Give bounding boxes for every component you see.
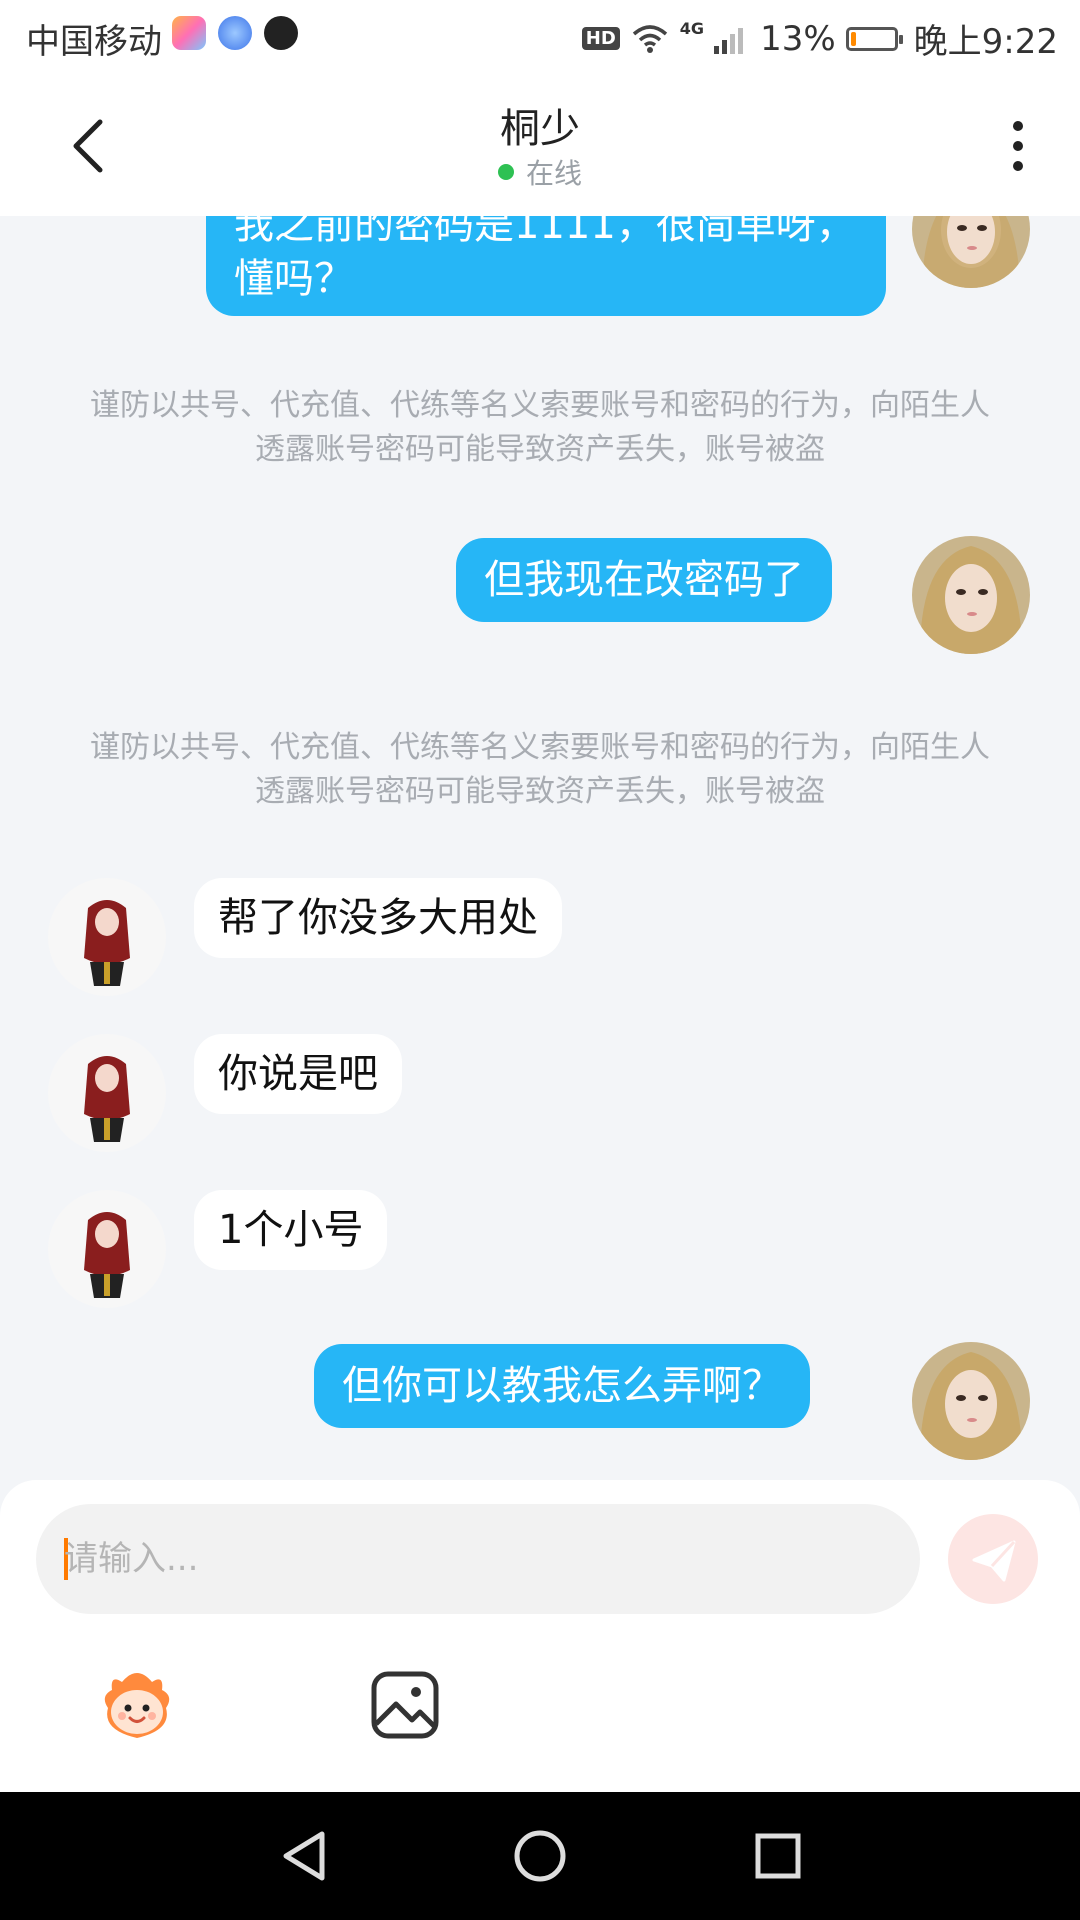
message-text: 我之前的密码是1111，很简单呀，懂吗？ [234,216,856,302]
tiktok-notification-icon [264,16,298,50]
outgoing-message[interactable]: 我之前的密码是1111，很简单呀，懂吗？ [206,216,886,316]
my-avatar[interactable] [912,1342,1030,1460]
image-icon[interactable] [360,1660,450,1750]
network-type: 4G [679,19,705,38]
clock: 晚上9:22 [913,22,1058,62]
security-notice: 谨防以共号、代充值、代练等名义索要账号和密码的行为，向陌生人透露账号密码可能导致… [90,730,990,809]
battery-icon [845,26,903,51]
incoming-message[interactable]: 1个小号 [194,1190,388,1270]
hd-badge: HD [581,27,620,50]
more-vertical-icon[interactable] [998,116,1038,176]
composer-panel: 请输入... [0,1480,1080,1792]
app-notification-icon [172,16,206,50]
emoji-icon[interactable] [92,1660,182,1750]
my-avatar[interactable] [912,536,1030,654]
incoming-message[interactable]: 你说是吧 [194,1034,402,1114]
battery-percent: 13% [760,18,836,59]
input-placeholder: 请输入... [64,1539,199,1579]
security-notice: 谨防以共号、代充值、代练等名义索要账号和密码的行为，向陌生人透露账号密码可能导致… [90,388,990,467]
message-text: 但我现在改密码了 [484,557,804,603]
contact-avatar[interactable] [48,1190,166,1308]
message-input[interactable]: 请输入... [36,1504,920,1614]
wifi-icon [632,24,667,53]
message-text: 1个小号 [218,1207,364,1253]
incoming-message[interactable]: 帮了你没多大用处 [194,878,562,958]
notification-icons [172,16,298,50]
chat-header: 桐少 在线 [0,76,1080,216]
contact-name: 桐少 [500,106,580,152]
contact-avatar[interactable] [48,1034,166,1152]
send-icon [972,1540,1016,1582]
my-avatar[interactable] [912,216,1030,288]
carrier-label: 中国移动 [26,22,162,62]
outgoing-message[interactable]: 但我现在改密码了 [456,538,832,622]
signal-icon [714,27,744,54]
status-bar: 中国移动 HD 4G 13% 晚上9:22 [0,0,1080,76]
online-status: 在线 [0,152,1080,192]
outgoing-message[interactable]: 但你可以教我怎么弄啊？ [314,1344,810,1428]
contact-avatar[interactable] [48,878,166,996]
status-indicators: HD 4G 13% 晚上9:22 [581,14,1058,63]
recents-square-icon[interactable] [746,1824,810,1888]
system-nav-bar [0,1792,1080,1920]
online-status-label: 在线 [525,157,582,190]
message-text: 你说是吧 [218,1051,378,1097]
message-text: 但你可以教我怎么弄啊？ [342,1363,782,1409]
home-circle-icon[interactable] [508,1824,572,1888]
chat-list[interactable]: 我之前的密码是1111，很简单呀，懂吗？ 谨防以共号、代充值、代练等名义索要账号… [0,216,1080,1480]
browser-notification-icon [218,16,252,50]
message-text: 帮了你没多大用处 [218,895,538,941]
back-triangle-icon[interactable] [272,1824,336,1888]
online-dot-icon [497,164,514,180]
send-button[interactable] [948,1514,1038,1604]
